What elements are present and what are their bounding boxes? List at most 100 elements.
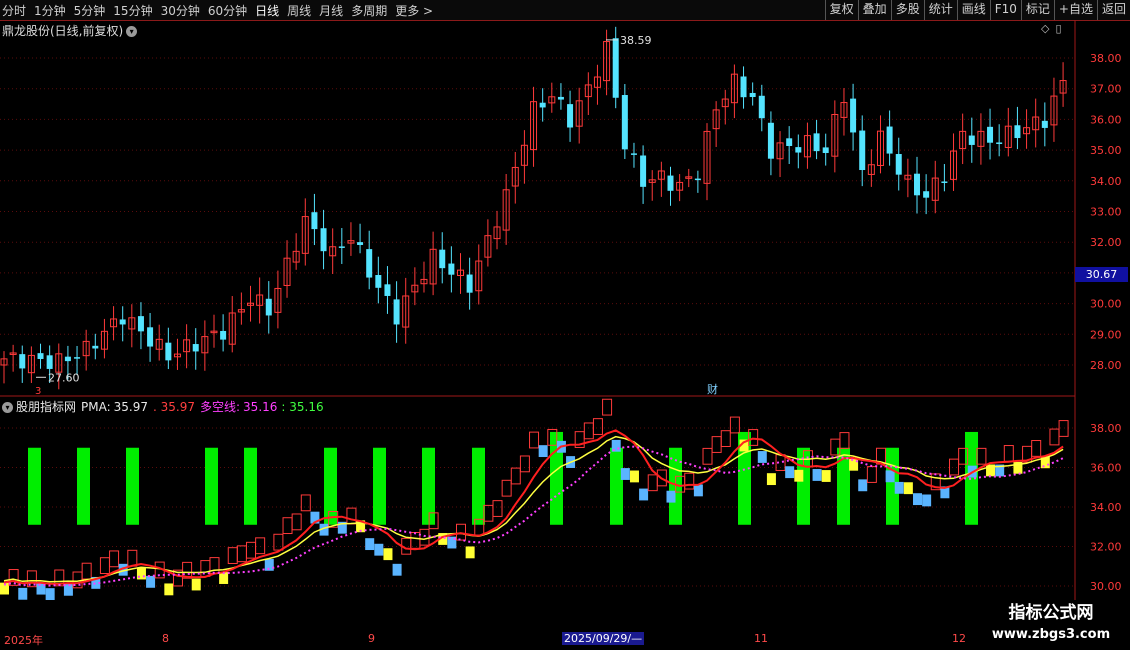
candle-body (320, 228, 327, 252)
step-block (456, 523, 466, 541)
step-block (922, 494, 932, 507)
price-tick-label: 30.00 (1090, 298, 1122, 311)
candle-body (859, 130, 866, 171)
high-price-label: 38.59 (620, 34, 652, 47)
period-tab-1[interactable]: 1分钟 (34, 2, 66, 19)
date-label-4: 11 (754, 632, 768, 645)
period-tab-4[interactable]: 30分钟 (161, 2, 200, 19)
step-block (273, 533, 284, 551)
toolbar-button-2[interactable]: 多股 (890, 0, 924, 20)
candle-body (749, 92, 756, 98)
step-block (794, 469, 804, 482)
candle-body (850, 98, 857, 133)
period-tab-3[interactable]: 15分钟 (113, 2, 152, 19)
candle-body (119, 319, 126, 325)
step-block (885, 470, 895, 483)
candle-body (439, 249, 446, 269)
step-block (913, 493, 922, 506)
step-block (246, 541, 257, 559)
signal-bar (126, 447, 139, 525)
step-block (419, 528, 430, 546)
step-block (684, 472, 695, 490)
toolbar-button-1[interactable]: 叠加 (857, 0, 891, 20)
candle-body (667, 175, 674, 191)
period-tab-10[interactable]: 更多 > (395, 2, 433, 19)
candle-body (357, 242, 364, 245)
step-block (812, 469, 822, 481)
current-price-tag: 30.67 (1075, 267, 1128, 282)
date-label-3: 2025/09/29/— (562, 632, 645, 645)
candle-body (19, 354, 26, 369)
step-block (766, 473, 776, 486)
candle-body (914, 173, 920, 196)
candle-body (567, 104, 574, 128)
step-block (785, 466, 795, 479)
candle-body (996, 142, 1003, 144)
candle-body (1014, 125, 1021, 139)
price-candles (0, 26, 1067, 390)
toolbar-button-3[interactable]: 统计 (923, 0, 957, 20)
finance-marker: 财 (707, 382, 718, 396)
step-block (866, 466, 877, 483)
candle-body (384, 284, 391, 296)
candle-body (64, 356, 71, 362)
price-tick-label: 33.00 (1090, 206, 1122, 219)
signal-bar (610, 447, 623, 525)
candle-body (147, 327, 154, 347)
candle-body (941, 181, 948, 183)
kline-chart[interactable]: 38.0037.0036.0035.0034.0033.0032.0031.00… (0, 20, 1130, 630)
indicator-tick-label: 34.00 (1090, 501, 1122, 514)
step-block (949, 458, 960, 476)
step-block (374, 543, 384, 556)
candle-body (630, 153, 637, 155)
step-block (757, 451, 767, 463)
step-block (647, 474, 658, 492)
step-block (729, 416, 740, 434)
candle-body (813, 133, 820, 152)
candle-body (621, 95, 628, 150)
step-block (720, 430, 731, 447)
step-block (146, 575, 156, 588)
step-block (666, 490, 676, 503)
toolbar-button-7[interactable]: +自选 (1053, 0, 1097, 20)
step-block (501, 479, 512, 497)
period-tab-7[interactable]: 周线 (287, 2, 311, 19)
date-label-5: 12 (952, 632, 966, 645)
step-block (483, 504, 494, 522)
candle-body (740, 76, 747, 98)
step-block (291, 513, 302, 531)
period-tab-5[interactable]: 60分钟 (208, 2, 247, 19)
candle-body (923, 191, 930, 198)
toolbar-button-5[interactable]: F10 (989, 0, 1021, 20)
period-tab-6[interactable]: 日线 (255, 2, 279, 19)
step-block (592, 418, 603, 435)
chart-grid (0, 20, 1076, 630)
toolbar-button-4[interactable]: 画线 (956, 0, 990, 20)
step-block (821, 470, 831, 482)
step-block (282, 517, 293, 535)
period-tab-0[interactable]: 分时 (2, 2, 26, 19)
candle-body (366, 249, 373, 278)
step-block (383, 548, 393, 561)
period-tab-8[interactable]: 月线 (319, 2, 343, 19)
toolbar-button-6[interactable]: 标记 (1020, 0, 1054, 20)
toolbar-button-8[interactable]: 返回 (1096, 0, 1130, 20)
watermark-url: www.zbgs3.com (991, 627, 1111, 642)
period-toolbar: 分时 1分钟 5分钟 15分钟 30分钟 60分钟 日线 周线 月线 多周期 更多 > 复权 叠加 多股… (0, 0, 1130, 21)
candle-body (557, 96, 564, 100)
period-tab-2[interactable]: 5分钟 (74, 2, 106, 19)
step-block (693, 484, 703, 497)
period-tab-9[interactable]: 多周期 (351, 2, 387, 19)
indicator-tick-label: 30.00 (1090, 580, 1122, 593)
date-label-2: 9 (368, 632, 375, 645)
candle-body (822, 147, 829, 154)
signal-bar (244, 447, 257, 525)
step-block (839, 432, 850, 449)
step-block (903, 482, 913, 495)
toolbar-button-0[interactable]: 复权 (824, 0, 858, 20)
step-block (583, 422, 594, 440)
indicator-marks (0, 398, 1069, 601)
step-block (392, 563, 402, 576)
step-block (465, 546, 475, 559)
candle-body (448, 263, 455, 275)
